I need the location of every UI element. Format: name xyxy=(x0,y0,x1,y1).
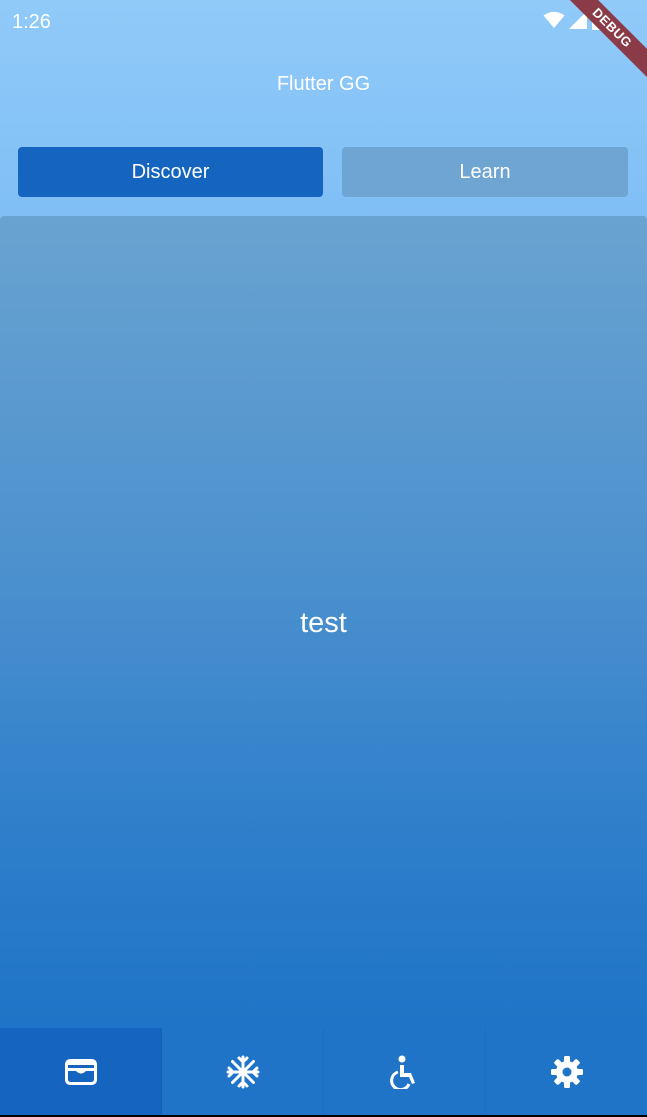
bottom-navigation xyxy=(0,1028,647,1115)
status-bar: 1:26 xyxy=(0,0,647,40)
wifi-icon xyxy=(543,11,565,29)
nav-item-settings[interactable] xyxy=(486,1028,647,1115)
content-card: test xyxy=(0,216,647,1028)
learn-tab-button[interactable]: Learn xyxy=(342,147,628,197)
snowflake-icon xyxy=(226,1055,260,1089)
phone-screen: 1:26 DEBUG Flutter GG Discover Learn tes… xyxy=(0,0,647,1117)
nav-item-snowflake[interactable] xyxy=(162,1028,324,1115)
discover-tab-button[interactable]: Discover xyxy=(18,147,323,197)
status-time: 1:26 xyxy=(12,11,51,33)
content-text: test xyxy=(300,607,347,639)
app-title: Flutter GG xyxy=(276,73,371,95)
accessibility-icon xyxy=(389,1055,420,1089)
wallet-icon xyxy=(64,1058,98,1086)
nav-item-accessibility[interactable] xyxy=(324,1028,486,1115)
nav-item-wallet[interactable] xyxy=(0,1028,162,1115)
settings-gear-icon xyxy=(550,1055,584,1089)
